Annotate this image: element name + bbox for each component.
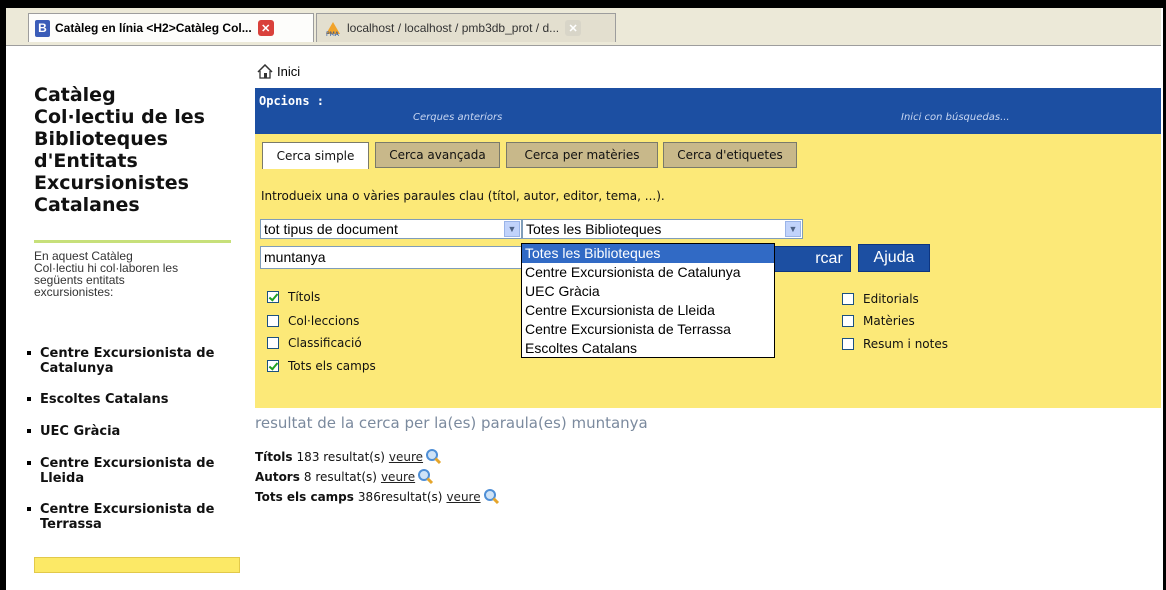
- tab-title: localhost / localhost / pmb3db_prot / d.…: [347, 21, 560, 35]
- svg-text:PMA: PMA: [326, 31, 340, 37]
- checkbox-box[interactable]: [267, 337, 279, 349]
- checkbox-box[interactable]: [842, 293, 854, 305]
- chevron-down-icon[interactable]: ▼: [785, 221, 801, 237]
- checkbox-summary-notes[interactable]: Resum i notes: [842, 337, 948, 351]
- intro-text: En aquest Catàleg Col·lectiu hi col·labo…: [34, 249, 179, 299]
- tab-subject-search[interactable]: Cerca per matèries: [506, 142, 658, 168]
- catalog-favicon-icon: B: [35, 19, 50, 37]
- view-link[interactable]: veure: [446, 490, 480, 504]
- result-row: Títols 183 resultat(s) veure: [255, 448, 442, 465]
- sidebar-item-lleida[interactable]: Centre Excursionista de Lleida: [27, 456, 230, 486]
- sidebar-item-uec[interactable]: UEC Gràcia: [27, 424, 230, 439]
- library-dropdown-list: Totes les Biblioteques Centre Excursioni…: [521, 243, 775, 358]
- view-link[interactable]: veure: [389, 450, 423, 464]
- checkbox-box[interactable]: [842, 315, 854, 327]
- sidebar-item-cec[interactable]: Centre Excursionista de Catalunya: [27, 346, 230, 376]
- checkbox-box[interactable]: [842, 338, 854, 350]
- search-input[interactable]: muntanya: [260, 246, 522, 269]
- tab-advanced-search[interactable]: Cerca avançada: [375, 142, 500, 168]
- checkbox-collections[interactable]: Col·leccions: [267, 314, 359, 328]
- dropdown-option[interactable]: UEC Gràcia: [522, 282, 774, 301]
- checkbox-publishers[interactable]: Editorials: [842, 292, 919, 306]
- magnifier-icon[interactable]: [417, 468, 434, 485]
- home-link[interactable]: Inici: [257, 63, 300, 79]
- document-type-select[interactable]: tot tipus de document ▼: [260, 219, 522, 239]
- browser-tab-bar: B Catàleg en línia <H2>Catàleg Col... ✕ …: [6, 8, 1161, 46]
- library-select[interactable]: Totes les Biblioteques ▼: [522, 219, 803, 239]
- phpmyadmin-favicon-icon: PMA: [324, 20, 342, 38]
- close-tab-icon[interactable]: ✕: [565, 20, 582, 36]
- checkbox-box[interactable]: [267, 360, 279, 372]
- checkbox-all-fields[interactable]: Tots els camps: [267, 359, 376, 373]
- dropdown-option[interactable]: Totes les Biblioteques: [522, 244, 774, 263]
- results-heading: resultat de la cerca per la(es) paraula(…: [255, 414, 648, 432]
- sidebar-item-terrassa[interactable]: Centre Excursionista de Terrassa: [27, 502, 230, 532]
- checkbox-classification[interactable]: Classificació: [267, 336, 362, 350]
- result-row: Autors 8 resultat(s) veure: [255, 468, 434, 485]
- sidebar-footer-box: [34, 557, 240, 573]
- dropdown-option[interactable]: Escoltes Catalans: [522, 339, 774, 358]
- dropdown-option[interactable]: Centre Excursionista de Catalunya: [522, 263, 774, 282]
- magnifier-icon[interactable]: [483, 488, 500, 505]
- checkbox-titles[interactable]: Títols: [267, 290, 320, 304]
- bullet: [27, 397, 31, 401]
- bullet: [27, 461, 31, 465]
- checkbox-subjects[interactable]: Matèries: [842, 314, 915, 328]
- bullet: [27, 429, 31, 433]
- checkbox-box[interactable]: [267, 291, 279, 303]
- search-hint: Introdueix una o vàries paraules clau (t…: [261, 189, 665, 203]
- result-row: Tots els camps 386resultat(s) veure: [255, 488, 500, 505]
- chevron-down-icon[interactable]: ▼: [504, 221, 520, 237]
- start-with-searches-link[interactable]: Inici con búsquedas...: [901, 112, 1010, 123]
- options-label: Opcions :: [259, 94, 325, 108]
- browser-tab-phpmyadmin[interactable]: PMA localhost / localhost / pmb3db_prot …: [316, 13, 616, 42]
- search-button[interactable]: rcar: [773, 246, 851, 272]
- view-link[interactable]: veure: [381, 470, 415, 484]
- sidebar: Catàleg Col·lectiu de les Biblioteques d…: [6, 46, 240, 590]
- options-bar: Opcions : Cerques anteriors Inici con bú…: [255, 88, 1161, 134]
- bullet: [27, 351, 31, 355]
- home-icon: [257, 63, 273, 79]
- divider: [34, 240, 231, 243]
- tab-title: Catàleg en línia <H2>Catàleg Col...: [55, 21, 252, 35]
- tab-simple-search[interactable]: Cerca simple: [262, 142, 369, 169]
- main-content: Inici Opcions : Cerques anteriors Inici …: [233, 46, 1161, 590]
- browser-tab-catalog[interactable]: B Catàleg en línia <H2>Catàleg Col... ✕: [28, 13, 314, 42]
- checkbox-box[interactable]: [267, 315, 279, 327]
- dropdown-option[interactable]: Centre Excursionista de Terrassa: [522, 320, 774, 339]
- dropdown-option[interactable]: Centre Excursionista de Lleida: [522, 301, 774, 320]
- magnifier-icon[interactable]: [425, 448, 442, 465]
- help-button[interactable]: Ajuda: [858, 244, 930, 272]
- site-title: Catàleg Col·lectiu de les Biblioteques d…: [34, 84, 205, 216]
- close-tab-icon[interactable]: ✕: [257, 20, 274, 36]
- bullet: [27, 507, 31, 511]
- sidebar-item-escoltes[interactable]: Escoltes Catalans: [27, 392, 230, 407]
- tab-tag-search[interactable]: Cerca d'etiquetes: [663, 142, 797, 168]
- previous-searches-link[interactable]: Cerques anteriors: [413, 112, 502, 123]
